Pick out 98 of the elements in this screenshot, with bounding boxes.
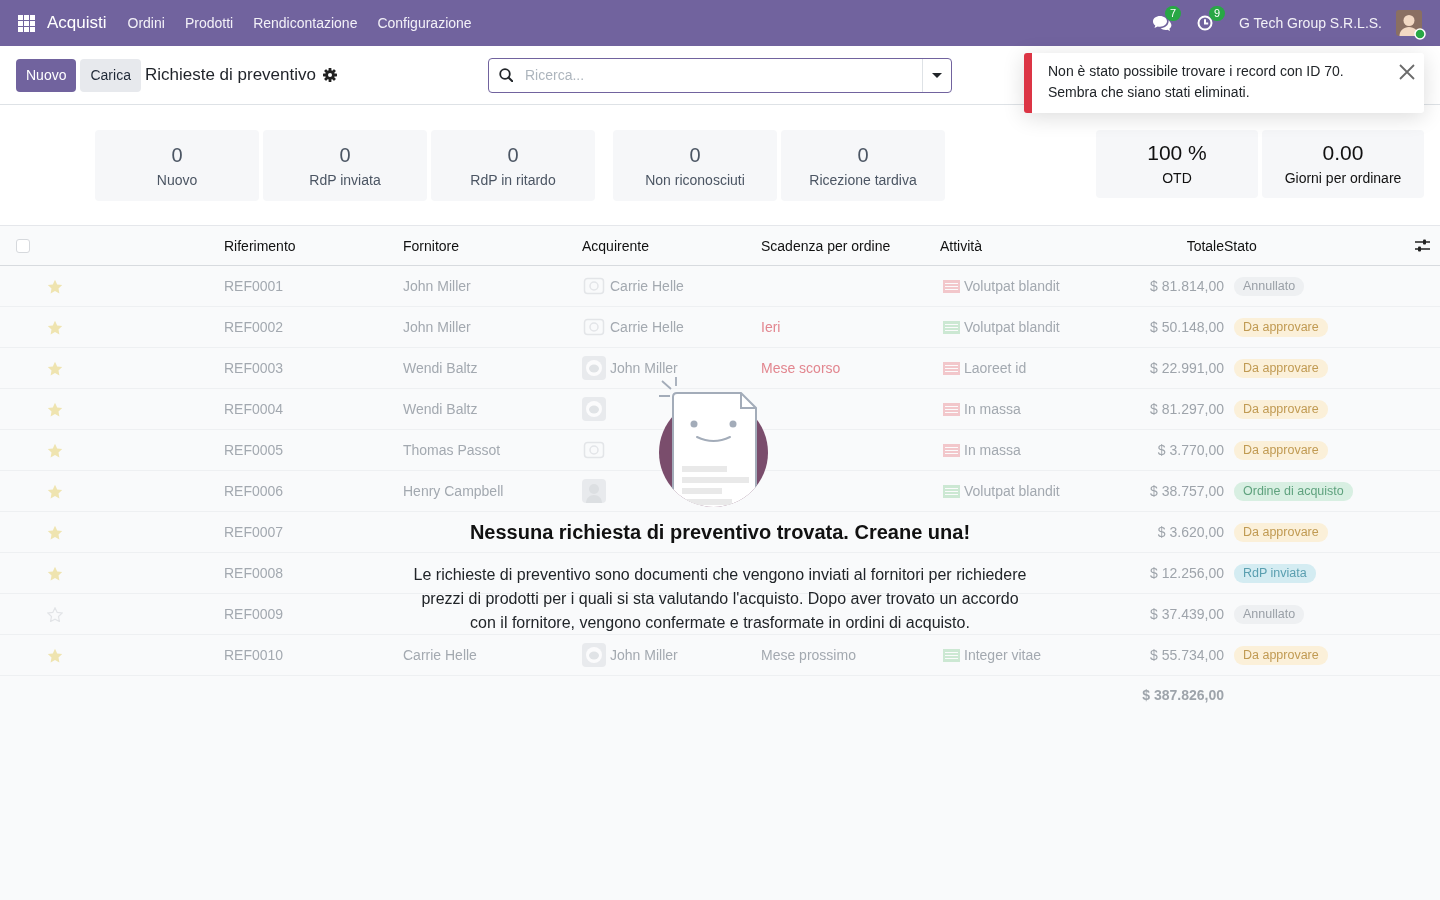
activity-summary: Volutpat blandit (964, 278, 1060, 294)
search-icon (499, 68, 513, 82)
activity-counter: 9 (1209, 6, 1226, 21)
table-cell-text: Henry Campbell (403, 483, 505, 499)
stat-filter-button[interactable]: 0 RdP in ritardo (431, 130, 595, 201)
status-badge: Da approvare (1234, 522, 1328, 542)
column-options-icon[interactable] (1415, 239, 1430, 252)
table-cell-text: REF0007 (224, 524, 285, 540)
avatar-icon (582, 397, 606, 421)
kpi-label: OTD (1162, 169, 1192, 187)
search-field[interactable]: Ricerca... (525, 59, 922, 91)
menu-link[interactable]: Ordini (117, 15, 175, 31)
table-cell-text: REF0006 (224, 483, 285, 499)
total-sum: $ 387.826,00 (1142, 686, 1224, 703)
caret-icon (932, 72, 942, 78)
new-button[interactable]: Nuovo (16, 58, 77, 92)
table-cell: $ 55.734,00 (1150, 647, 1224, 663)
column-header[interactable]: Totale (1186, 237, 1224, 254)
activity-summary: Integer vitae (964, 647, 1042, 663)
close-icon (1399, 64, 1415, 80)
select-all-checkbox[interactable] (16, 238, 30, 253)
avatar-icon (582, 643, 606, 667)
status-badge: Annullato (1234, 276, 1305, 296)
company-name[interactable]: G Tech Group S.R.L.S. (1239, 15, 1382, 31)
search-bar[interactable]: Ricerca... (488, 57, 952, 93)
gear-icon[interactable] (322, 68, 337, 82)
activity-summary: In massa (964, 442, 1021, 458)
stat-filter-button[interactable]: 0 RdP inviata (263, 130, 427, 201)
table-cell-text: REF0009 (224, 606, 285, 622)
table-cell-text: John Miller (403, 278, 472, 294)
notification-message: Non è stato possibile trovare i record con ID 70. Sembra che siano stati eliminati. (1048, 62, 1345, 102)
column-header[interactable]: Riferimento (224, 237, 403, 254)
table-cell-text: REF0001 (224, 278, 285, 294)
status-badge: Ordine di acquisto (1234, 481, 1353, 501)
app-name-link[interactable]: Acquisti (47, 13, 107, 33)
person-avatar-icon (582, 479, 606, 503)
table-cell-text: REF0004 (224, 401, 285, 417)
table-cell-text: REF0010 (224, 647, 285, 663)
table-cell: $ 50.148,00 (1150, 319, 1224, 335)
table-cell: $ 3.620,00 (1157, 524, 1224, 540)
kpi-value: 100 % (1147, 141, 1207, 165)
empty-state-description: Le richieste di preventivo sono documenti che vengono inviati al fornitori per richiedere prezzi di prodotti per i quali si sta valutando l'acquisto. Dopo aver trovato un accordo con il fornitore, vengono confermate e trasformate in ordini di acquisto. (412, 565, 1028, 633)
table-cell-text: Wendi Baltz (403, 360, 479, 376)
table-cell-text: John Miller (403, 319, 472, 335)
page-title: Richieste di preventivo (144, 65, 316, 85)
column-header[interactable]: Scadenza per ordine (761, 237, 940, 254)
table-cell-text: REF0008 (224, 565, 285, 581)
table-cell-text: REF0003 (224, 360, 285, 376)
apps-menu-icon[interactable] (18, 14, 35, 32)
close-button[interactable] (1398, 63, 1416, 81)
menu-link[interactable]: Rendicontazione (243, 15, 368, 31)
menu-link[interactable]: Prodotti (174, 15, 244, 31)
status-badge: Da approvare (1234, 358, 1328, 378)
deadline-text: Mese scorso (761, 360, 841, 376)
table-cell: $ 81.297,00 (1150, 401, 1224, 417)
activity-summary: Laoreet id (964, 360, 1027, 376)
empty-state-title: Nessuna richiesta di preventivo trovata. Creane una! (469, 520, 971, 544)
column-header[interactable]: Stato (1224, 237, 1400, 254)
column-header[interactable]: Acquirente (582, 237, 761, 254)
table-cell: $ 22.991,00 (1150, 360, 1224, 376)
stat-filter-button[interactable]: 0 Non riconosciuti (613, 130, 777, 201)
table-cell: $ 3.770,00 (1157, 442, 1224, 458)
deadline-text: Mese prossimo (761, 647, 856, 663)
buyer-name: Carrie Helle (610, 278, 684, 294)
status-badge: Annullato (1234, 604, 1305, 624)
table-cell-text: Thomas Passot (403, 442, 502, 458)
table-cell-text: Wendi Baltz (403, 401, 479, 417)
table-cell-text: REF0002 (224, 319, 285, 335)
table-cell-text: REF0005 (224, 442, 285, 458)
column-header[interactable]: Attività (940, 237, 1114, 254)
status-badge: Da approvare (1234, 399, 1328, 419)
kpi-value: 0.00 (1322, 141, 1364, 165)
stat-filter-button[interactable]: 0 Nuovo (95, 130, 259, 201)
table-cell-text: Carrie Helle (403, 647, 478, 663)
stat-filter-button[interactable]: 0 Ricezione tardiva (781, 130, 945, 201)
column-header[interactable]: Fornitore (403, 237, 582, 254)
upload-button[interactable]: Carica (80, 58, 141, 92)
activity-summary: In massa (964, 401, 1021, 417)
activity-summary: Volutpat blandit (964, 483, 1060, 499)
buyer-name: John Miller (610, 647, 678, 663)
clock-icon[interactable] (1197, 15, 1214, 31)
message-counter: 7 (1165, 5, 1182, 21)
deadline-text: Ieri (761, 319, 781, 335)
kpi-label: Giorni per ordinare (1284, 169, 1402, 187)
menu-link[interactable]: Configurazione (367, 15, 482, 31)
status-badge: Da approvare (1234, 440, 1328, 460)
table-cell: $ 12.256,00 (1150, 565, 1224, 581)
status-badge: Da approvare (1234, 645, 1328, 665)
table-cell: $ 38.757,00 (1150, 483, 1224, 499)
status-badge: Da approvare (1234, 317, 1328, 337)
user-avatar-icon[interactable] (1396, 10, 1422, 36)
status-badge: RdP inviata (1234, 563, 1316, 583)
table-cell: $ 81.814,00 (1150, 278, 1224, 294)
activity-summary: Volutpat blandit (964, 319, 1060, 335)
avatar-icon (582, 356, 606, 380)
buyer-name: John Miller (610, 360, 678, 376)
table-cell: $ 37.439,00 (1150, 606, 1224, 622)
buyer-name: Carrie Helle (610, 319, 684, 335)
